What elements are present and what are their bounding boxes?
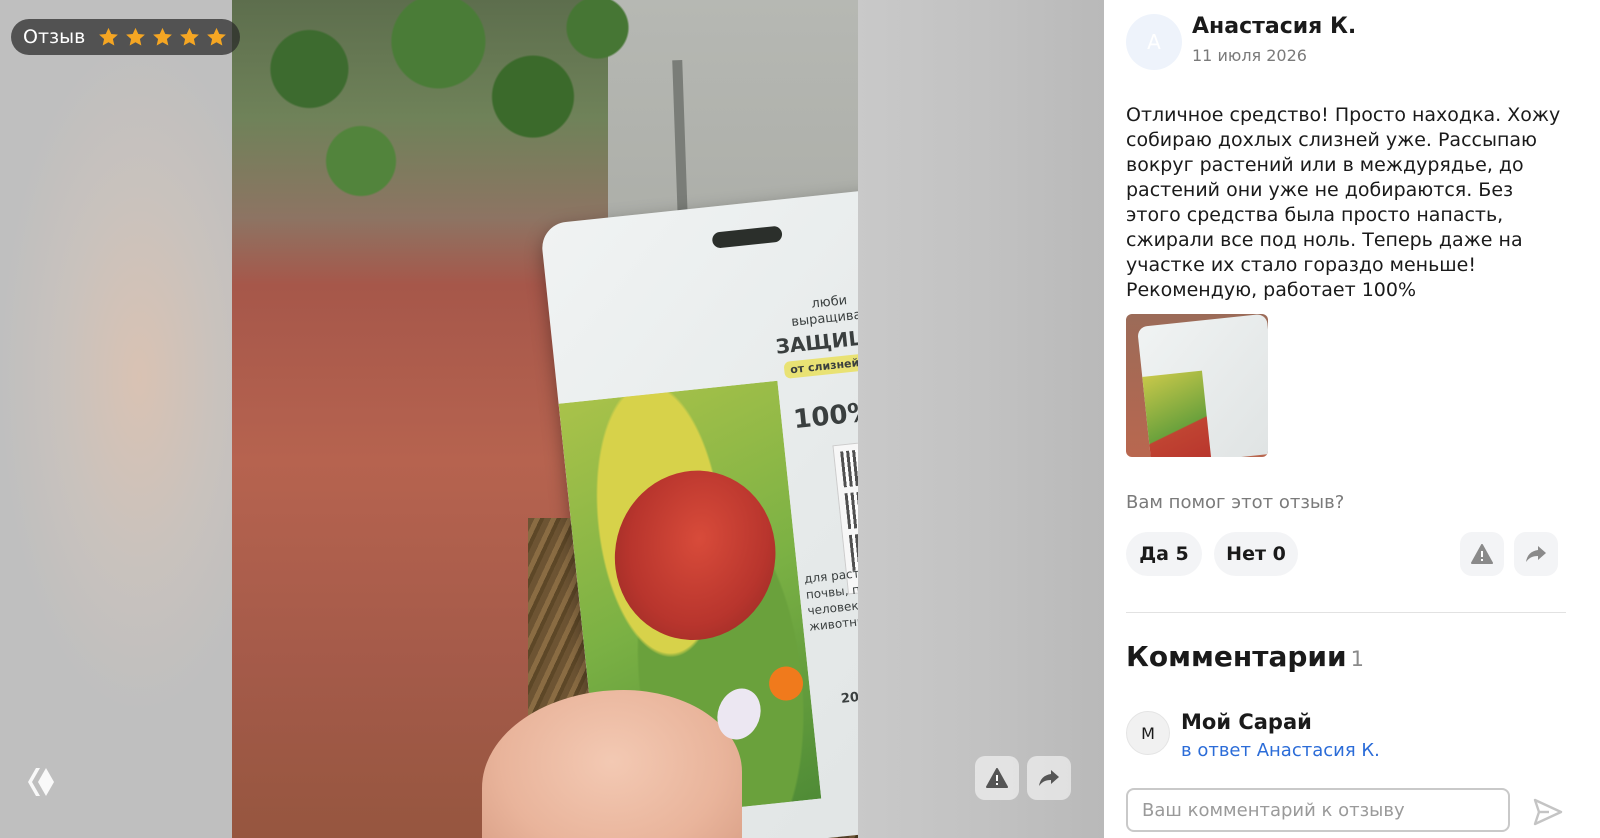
share-review-button[interactable]: [1514, 532, 1558, 576]
review-photo-thumbnail[interactable]: [1126, 314, 1268, 457]
send-icon: [1533, 798, 1563, 826]
warning-icon: [1471, 544, 1493, 564]
send-comment-button[interactable]: [1526, 792, 1570, 832]
author-name[interactable]: Анастасия К.: [1192, 14, 1356, 39]
star-icon: [99, 27, 119, 46]
divider: [1126, 612, 1566, 613]
commenter-name[interactable]: Мой Сарай: [1181, 710, 1312, 734]
star-icon: [207, 27, 227, 46]
thumbnail-artwork: [1142, 370, 1212, 457]
review-page: люби выращивай ЗАЩИЩАЙ! от слизней и ули…: [0, 0, 1600, 838]
share-photo-button[interactable]: [1027, 756, 1071, 800]
thumbnail-package: [1137, 314, 1268, 457]
reply-to-link[interactable]: в ответ Анастасия К.: [1181, 740, 1380, 761]
package-headline: 100%: [792, 396, 858, 436]
package-safe-text: для растений, почвы, птиц, человека и жи…: [803, 562, 858, 634]
comment-input[interactable]: [1126, 788, 1510, 832]
review-panel: А Анастасия К. 11 июля 2026 Отличное сре…: [1104, 0, 1600, 838]
plants: [232, 0, 662, 230]
helpful-question: Вам помог этот отзыв?: [1126, 492, 1345, 513]
comments-heading: Комментарии 1: [1126, 640, 1364, 673]
comments-title: Комментарии: [1126, 640, 1347, 673]
star-icon: [180, 27, 200, 46]
share-arrow-icon: [1526, 546, 1546, 562]
review-photo: люби выращивай ЗАЩИЩАЙ! от слизней и ули…: [232, 0, 858, 838]
review-text: Отличное средство! Просто находка. Хожу …: [1126, 104, 1561, 301]
helpful-no-button[interactable]: Нет 0: [1214, 532, 1298, 576]
helpful-yes-button[interactable]: Да 5: [1126, 532, 1202, 576]
warning-icon: [986, 768, 1008, 788]
commenter-avatar[interactable]: М: [1126, 711, 1170, 755]
blurred-background-right: [858, 0, 1104, 838]
star-icon: [153, 27, 173, 46]
report-review-button[interactable]: [1460, 532, 1504, 576]
share-arrow-icon: [1039, 770, 1059, 786]
star-icon: [126, 27, 146, 46]
package-hang-hole: [711, 225, 783, 249]
hand: [482, 690, 742, 838]
photo-viewer[interactable]: люби выращивай ЗАЩИЩАЙ! от слизней и ули…: [0, 0, 1104, 838]
author-avatar[interactable]: А: [1126, 14, 1182, 70]
package-weight: 200 г: [840, 688, 858, 707]
blurred-background-left: [0, 0, 232, 838]
review-rating-badge: Отзыв: [11, 19, 241, 55]
comments-count: 1: [1350, 647, 1365, 671]
brand-logo-icon: [28, 768, 54, 796]
review-date: 11 июля 2026: [1192, 46, 1307, 65]
badge-label: Отзыв: [23, 26, 86, 48]
report-photo-button[interactable]: [975, 756, 1019, 800]
